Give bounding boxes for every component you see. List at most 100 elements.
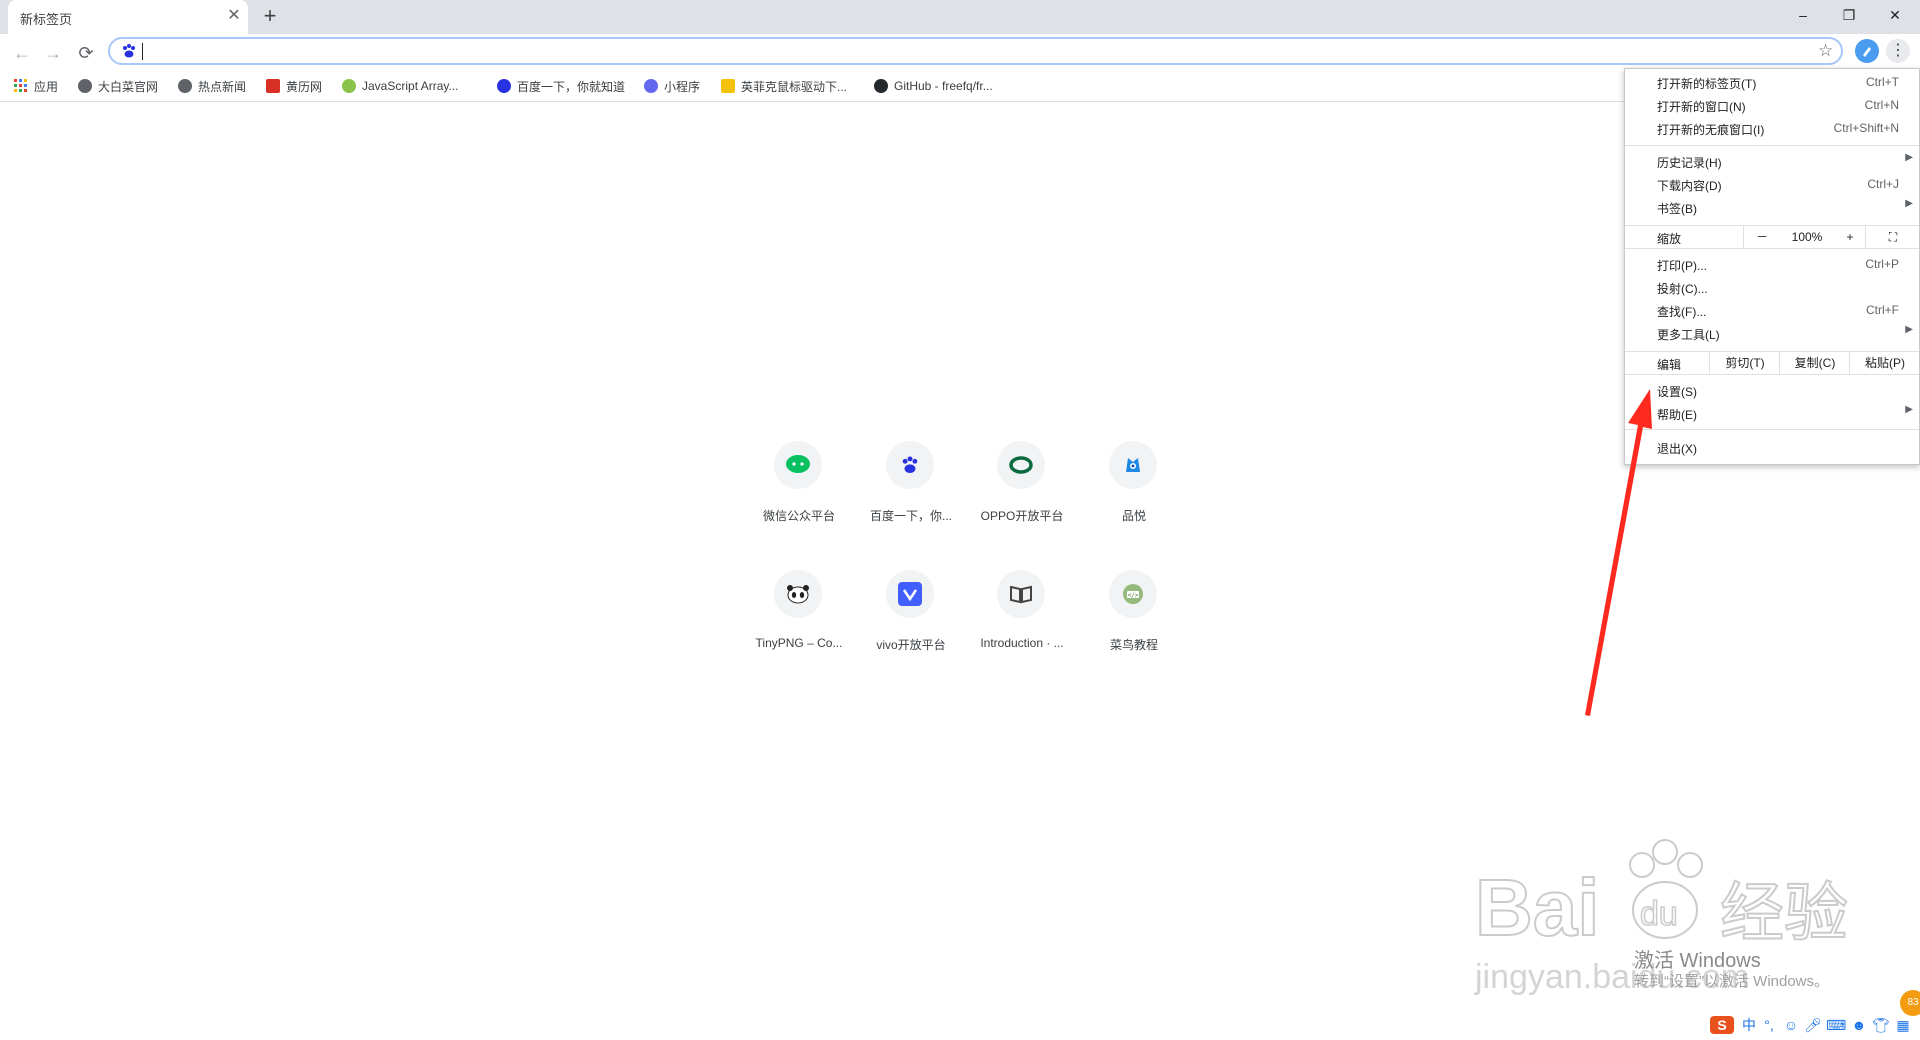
bookmark-github[interactable]: GitHub - freefq/fr... — [874, 77, 993, 95]
grid-icon[interactable]: ▦ — [1894, 1016, 1912, 1034]
bookmark-miniprogram[interactable]: 小程序 — [644, 77, 700, 95]
shortcut-tinypng[interactable]: TinyPNG – Co... — [744, 570, 854, 680]
text-caret — [142, 43, 143, 60]
cut-button[interactable]: 剪切(T) — [1709, 352, 1780, 374]
shortcut-oppo[interactable]: OPPO开放平台 — [967, 441, 1077, 551]
tab-new-tab[interactable]: 新标签页 ✕ — [8, 0, 248, 34]
back-button[interactable]: ← — [10, 41, 34, 65]
zoom-out-button[interactable]: － — [1743, 226, 1780, 248]
globe-icon — [78, 79, 92, 93]
menu-shortcut: Ctrl+Shift+N — [1833, 121, 1899, 135]
bookmark-mouse-driver[interactable]: 英菲克鼠标驱动下... — [721, 77, 847, 95]
menu-item-new-incognito[interactable]: 打开新的无痕窗口(I) Ctrl+Shift+N — [1625, 117, 1919, 139]
menu-label: 帮助(E) — [1657, 408, 1697, 422]
minimize-button[interactable]: – — [1780, 0, 1826, 30]
runoob-icon: </> — [1109, 570, 1157, 618]
svg-text:经验: 经验 — [1720, 877, 1848, 951]
menu-label: 打开新的标签页(T) — [1657, 77, 1757, 91]
menu-shortcut: Ctrl+F — [1866, 303, 1899, 317]
menu-label: 打印(P)... — [1657, 259, 1707, 273]
vivo-icon — [886, 570, 934, 618]
bookmark-hot-news[interactable]: 热点新闻 — [178, 77, 246, 95]
keyboard-icon[interactable]: ⌨ — [1826, 1016, 1846, 1034]
shortcut-vivo[interactable]: vivo开放平台 — [856, 570, 966, 680]
menu-item-find[interactable]: 查找(F)... Ctrl+F — [1625, 299, 1919, 321]
ime-mode[interactable]: 中 — [1740, 1016, 1758, 1034]
copy-button[interactable]: 复制(C) — [1779, 352, 1850, 374]
bookmark-baidu[interactable]: 百度一下，你就知道 — [497, 77, 625, 95]
mouse-icon — [721, 79, 735, 93]
new-tab-button[interactable]: + — [258, 4, 282, 28]
github-icon — [874, 79, 888, 93]
menu-shortcut: Ctrl+J — [1867, 177, 1899, 191]
baidu-paw-icon — [123, 44, 135, 58]
shortcut-wechat[interactable]: 微信公众平台 — [744, 441, 854, 551]
panda-icon — [774, 570, 822, 618]
menu-item-more-tools[interactable]: 更多工具(L) ▶ — [1625, 322, 1919, 344]
menu-item-cast[interactable]: 投射(C)... — [1625, 276, 1919, 298]
menu-item-print[interactable]: 打印(P)... Ctrl+P — [1625, 253, 1919, 275]
sogou-ime-icon[interactable]: S — [1710, 1016, 1734, 1034]
menu-item-downloads[interactable]: 下载内容(D) Ctrl+J — [1625, 173, 1919, 195]
menu-item-help[interactable]: 帮助(E) ▶ — [1625, 402, 1919, 424]
shortcut-pinyue[interactable]: 品悦 — [1079, 441, 1189, 551]
fullscreen-icon[interactable]: ⛶ — [1865, 226, 1920, 248]
menu-label: 打开新的窗口(N) — [1657, 100, 1746, 114]
shortcut-label: 品悦 — [1121, 509, 1146, 523]
apps-grid-icon — [14, 79, 27, 92]
bookmark-dabaicai[interactable]: 大白菜官网 — [78, 77, 158, 95]
chrome-menu-icon[interactable]: ⋮ — [1886, 39, 1910, 63]
microphone-icon[interactable]: 🎤︎ — [1804, 1016, 1822, 1034]
restore-button[interactable]: ❐ — [1826, 0, 1872, 30]
shortcut-baidu[interactable]: 百度一下，你... — [856, 441, 966, 551]
paste-button[interactable]: 粘贴(P) — [1849, 352, 1920, 374]
zoom-level: 100% — [1791, 230, 1823, 244]
tab-title: 新标签页 — [20, 12, 73, 27]
user-icon[interactable]: ☻ — [1850, 1016, 1868, 1034]
reload-button[interactable]: ⟳ — [74, 41, 98, 65]
bookmark-huangli[interactable]: 黄历网 — [266, 77, 322, 95]
menu-item-new-tab[interactable]: 打开新的标签页(T) Ctrl+T — [1625, 71, 1919, 93]
shortcut-label: vivo开放平台 — [876, 638, 946, 652]
activate-windows-title: 激活 Windows — [1634, 950, 1761, 972]
menu-shortcut: Ctrl+N — [1864, 98, 1899, 112]
shortcut-label: OPPO开放平台 — [980, 509, 1064, 523]
shortcut-runoob[interactable]: </> 菜鸟教程 — [1079, 570, 1189, 680]
menu-label: 退出(X) — [1657, 442, 1697, 456]
forward-button[interactable]: → — [41, 41, 65, 65]
annotation-arrow-icon — [1585, 389, 1652, 716]
bookmark-apps[interactable]: 应用 — [14, 77, 58, 95]
menu-label: 投射(C)... — [1657, 282, 1708, 296]
submenu-arrow-icon: ▶ — [1905, 152, 1913, 163]
bookmark-label: 英菲克鼠标驱动下... — [741, 79, 848, 94]
bookmark-star-icon[interactable]: ☆ — [1818, 41, 1833, 61]
menu-shortcut: Ctrl+P — [1865, 257, 1899, 271]
punctuation-icon[interactable]: °, — [1760, 1016, 1778, 1034]
menu-item-settings[interactable]: 设置(S) — [1625, 379, 1919, 401]
menu-item-new-window[interactable]: 打开新的窗口(N) Ctrl+N — [1625, 94, 1919, 116]
menu-item-exit[interactable]: 退出(X) — [1625, 436, 1919, 458]
tab-close-icon[interactable]: ✕ — [224, 6, 244, 26]
oppo-icon — [997, 441, 1045, 489]
bookmark-label: 黄历网 — [286, 79, 323, 94]
bookmark-js-array[interactable]: JavaScript Array... — [342, 77, 458, 95]
book-icon — [997, 570, 1045, 618]
menu-item-bookmarks[interactable]: 书签(B) ▶ — [1625, 196, 1919, 218]
badge-count: 83 — [1900, 990, 1920, 1016]
zoom-in-button[interactable]: + — [1835, 226, 1865, 248]
menu-label: 打开新的无痕窗口(I) — [1657, 123, 1765, 137]
menu-label: 书签(B) — [1657, 202, 1697, 216]
menu-separator — [1625, 145, 1919, 146]
bookmark-label: 热点新闻 — [198, 79, 247, 94]
globe-icon — [178, 79, 192, 93]
emoji-icon[interactable]: ☺ — [1782, 1016, 1800, 1034]
close-window-button[interactable]: ✕ — [1872, 0, 1918, 30]
menu-label: 历史记录(H) — [1657, 156, 1722, 170]
address-bar[interactable]: ☆ — [108, 37, 1843, 65]
shortcut-introduction[interactable]: Introduction · ... — [967, 570, 1077, 680]
menu-item-history[interactable]: 历史记录(H) ▶ — [1625, 150, 1919, 172]
extension-icon[interactable] — [1855, 39, 1879, 63]
skin-icon[interactable]: 👕︎ — [1872, 1016, 1890, 1034]
js-icon — [342, 79, 356, 93]
wechat-icon — [774, 441, 822, 489]
